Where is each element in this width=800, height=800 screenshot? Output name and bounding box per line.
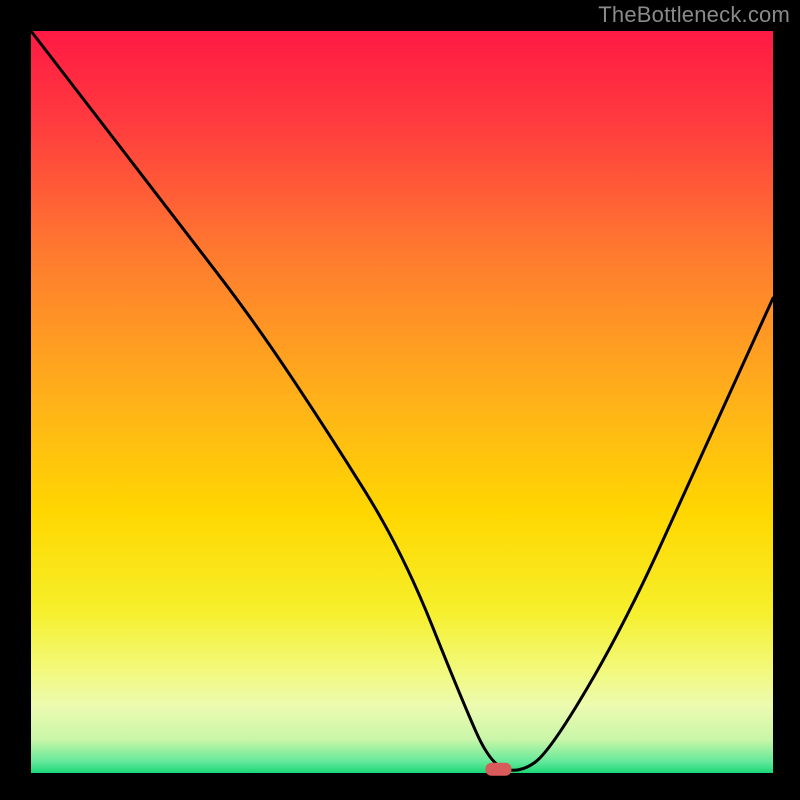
chart-frame: TheBottleneck.com: [0, 0, 800, 800]
optimal-marker: [485, 763, 511, 776]
plot-background: [31, 31, 773, 773]
bottleneck-chart: [0, 0, 800, 800]
